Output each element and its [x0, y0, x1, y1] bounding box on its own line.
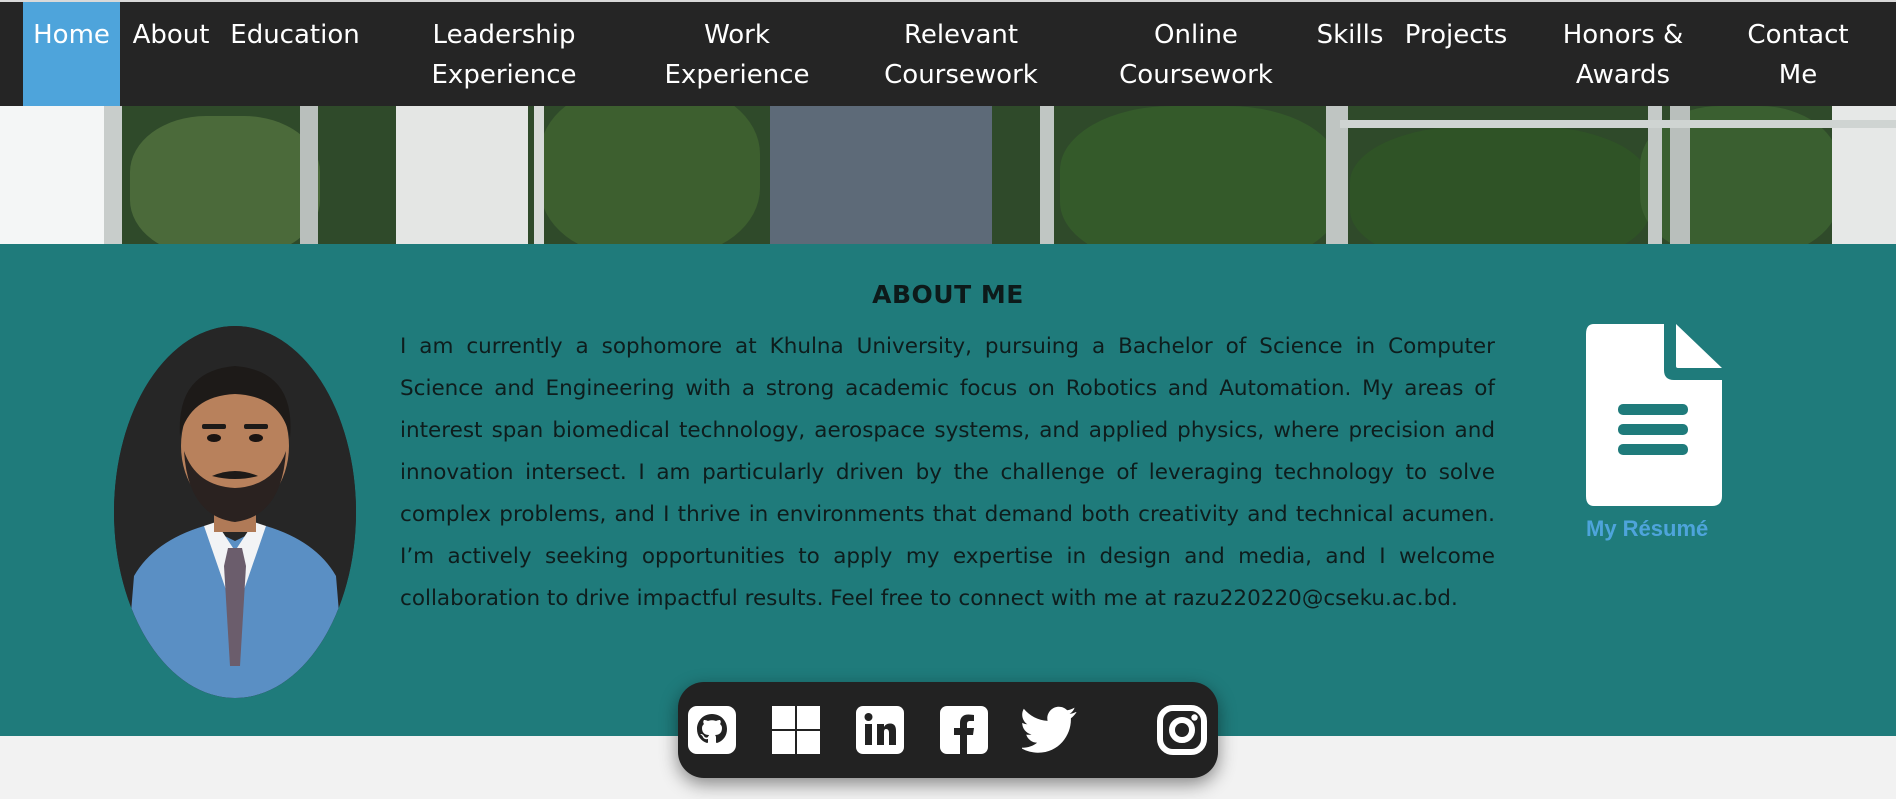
nav-honors-awards[interactable]: Honors & Awards — [1546, 2, 1700, 106]
hero-foliage — [1350, 126, 1650, 244]
nav-education[interactable]: Education — [225, 2, 365, 106]
about-title: ABOUT ME — [872, 280, 1024, 309]
windows-icon[interactable] — [770, 704, 822, 756]
hero-pillar — [534, 106, 544, 244]
resume-label: My Résumé — [1586, 516, 1709, 541]
nav-projects[interactable]: Projects — [1396, 2, 1516, 106]
hero-pillar — [104, 106, 122, 244]
hero-foliage — [1060, 106, 1340, 244]
nav-relevant-coursework[interactable]: Relevant Coursework — [870, 2, 1052, 106]
hero-jeans — [770, 106, 992, 244]
nav-home[interactable]: Home — [23, 2, 120, 106]
hero-rail — [1340, 120, 1896, 128]
instagram-icon[interactable] — [1156, 704, 1208, 756]
about-section: ABOUT ME I am currently a sophomore at K… — [0, 244, 1896, 736]
hero-background-photo — [0, 106, 1896, 244]
top-nav: Home About Education Leadership Experien… — [0, 0, 1896, 106]
profile-photo-illustration — [114, 326, 356, 698]
resume-link[interactable]: My Résumé — [1586, 324, 1724, 542]
github-icon[interactable] — [686, 704, 738, 756]
nav-skills[interactable]: Skills — [1310, 2, 1390, 106]
hero-sky — [0, 106, 120, 244]
linkedin-icon[interactable] — [854, 704, 906, 756]
profile-photo — [114, 326, 356, 698]
hero-pillar — [1040, 106, 1054, 244]
document-icon — [1586, 324, 1722, 506]
nav-work-experience[interactable]: Work Experience — [652, 2, 822, 106]
nav-contact-me[interactable]: Contact Me — [1735, 2, 1861, 106]
nav-online-coursework[interactable]: Online Coursework — [1105, 2, 1287, 106]
facebook-icon[interactable] — [938, 704, 990, 756]
about-description: I am currently a sophomore at Khulna Uni… — [400, 334, 1495, 611]
hero-foliage — [130, 116, 320, 244]
social-links-bar — [678, 682, 1218, 778]
hero-foliage — [540, 106, 760, 244]
nav-leadership-experience[interactable]: Leadership Experience — [410, 2, 598, 106]
hero-pillar — [396, 106, 528, 244]
twitter-icon[interactable] — [1022, 704, 1078, 756]
hero-pillar — [300, 106, 318, 244]
nav-about[interactable]: About — [124, 2, 218, 106]
